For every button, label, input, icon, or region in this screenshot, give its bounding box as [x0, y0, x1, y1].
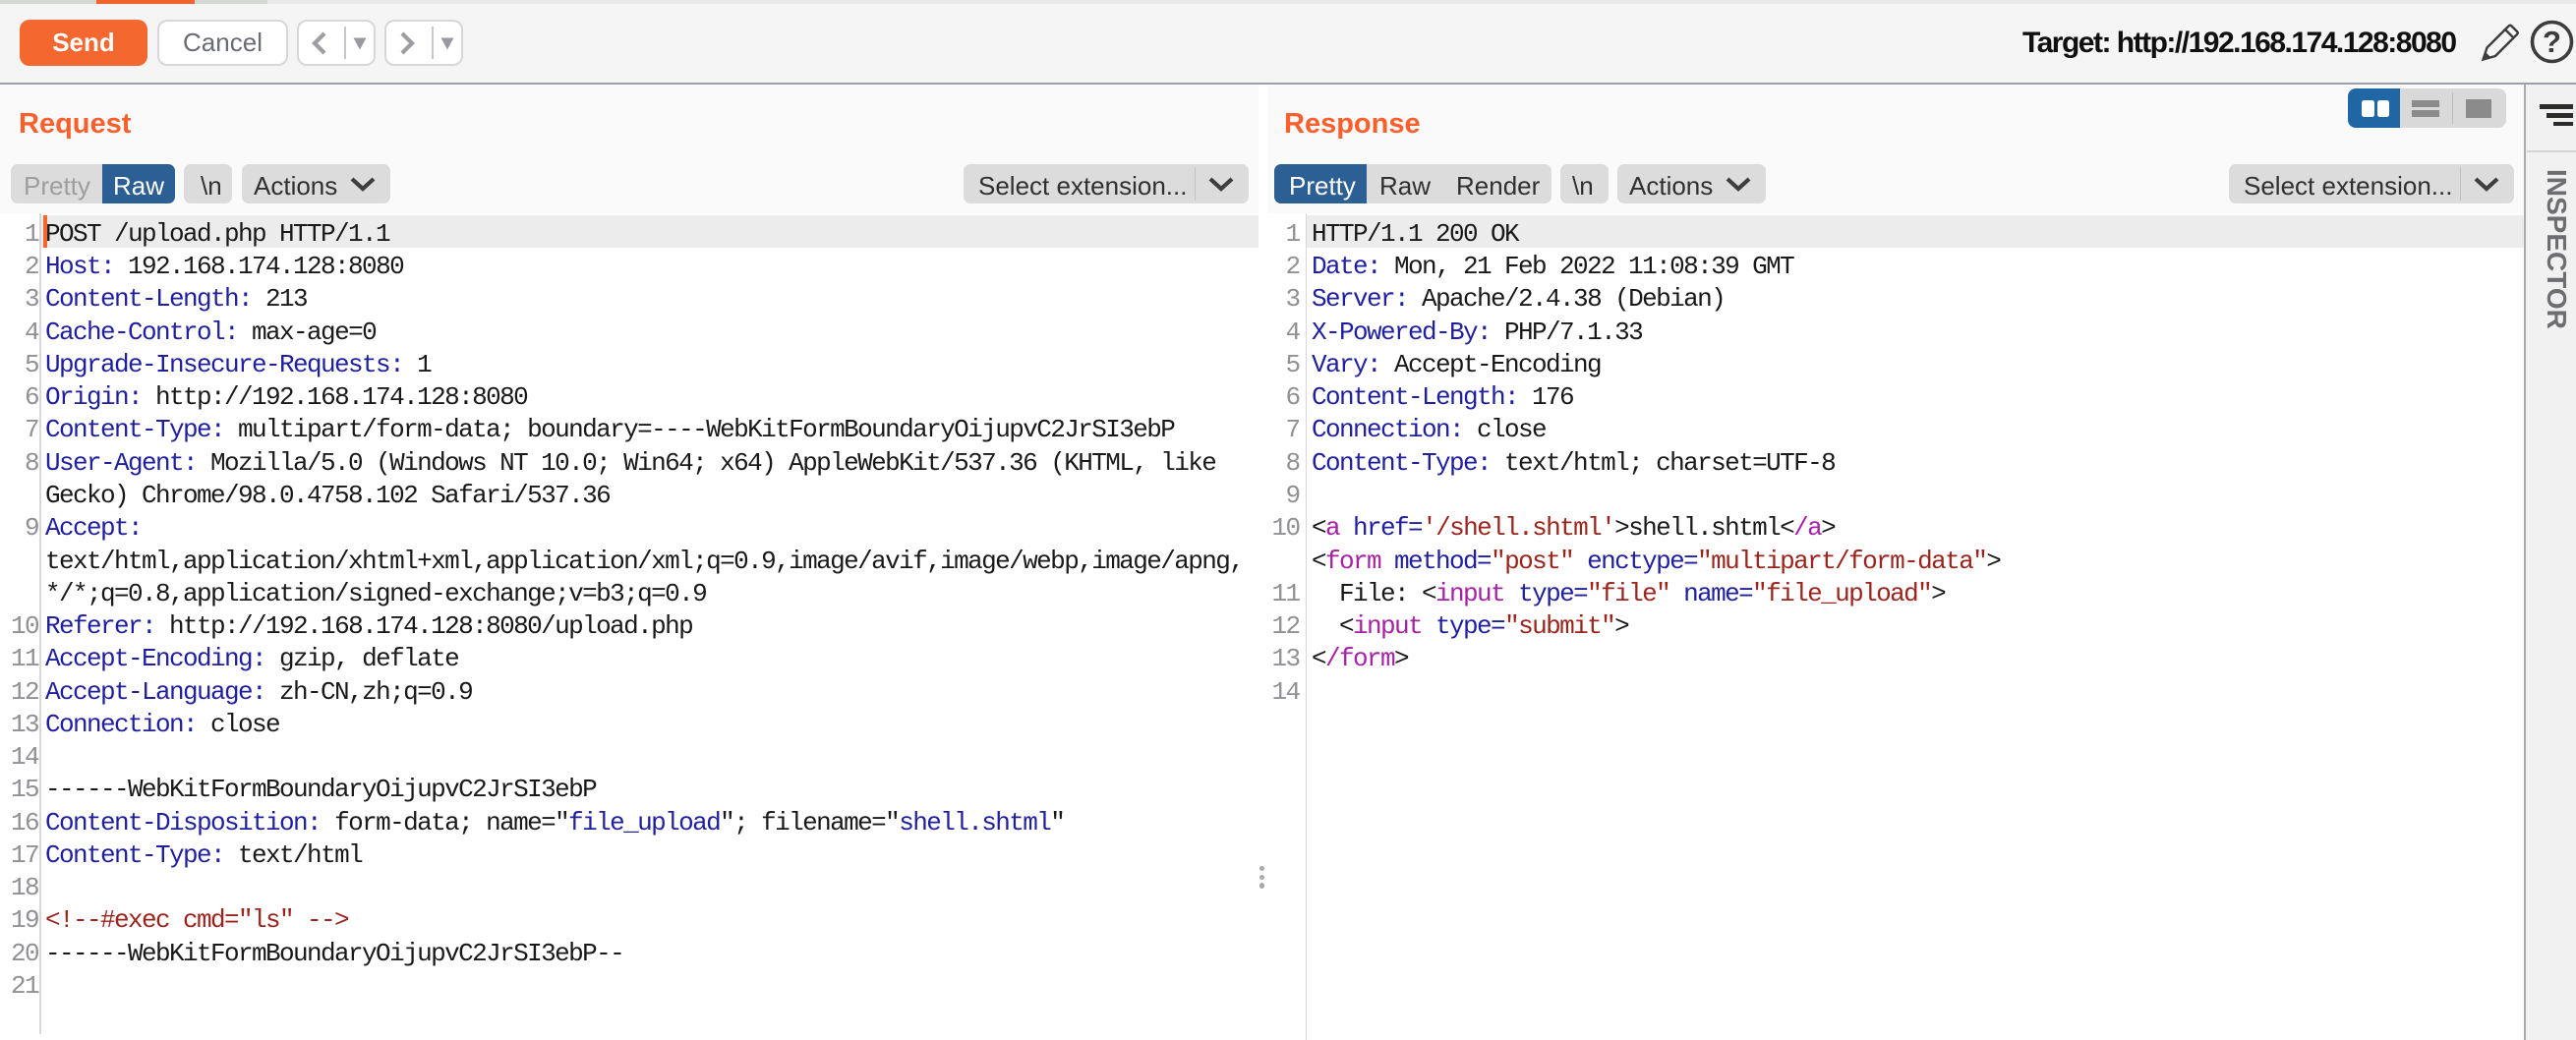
svg-text:?: ?: [2543, 25, 2561, 59]
